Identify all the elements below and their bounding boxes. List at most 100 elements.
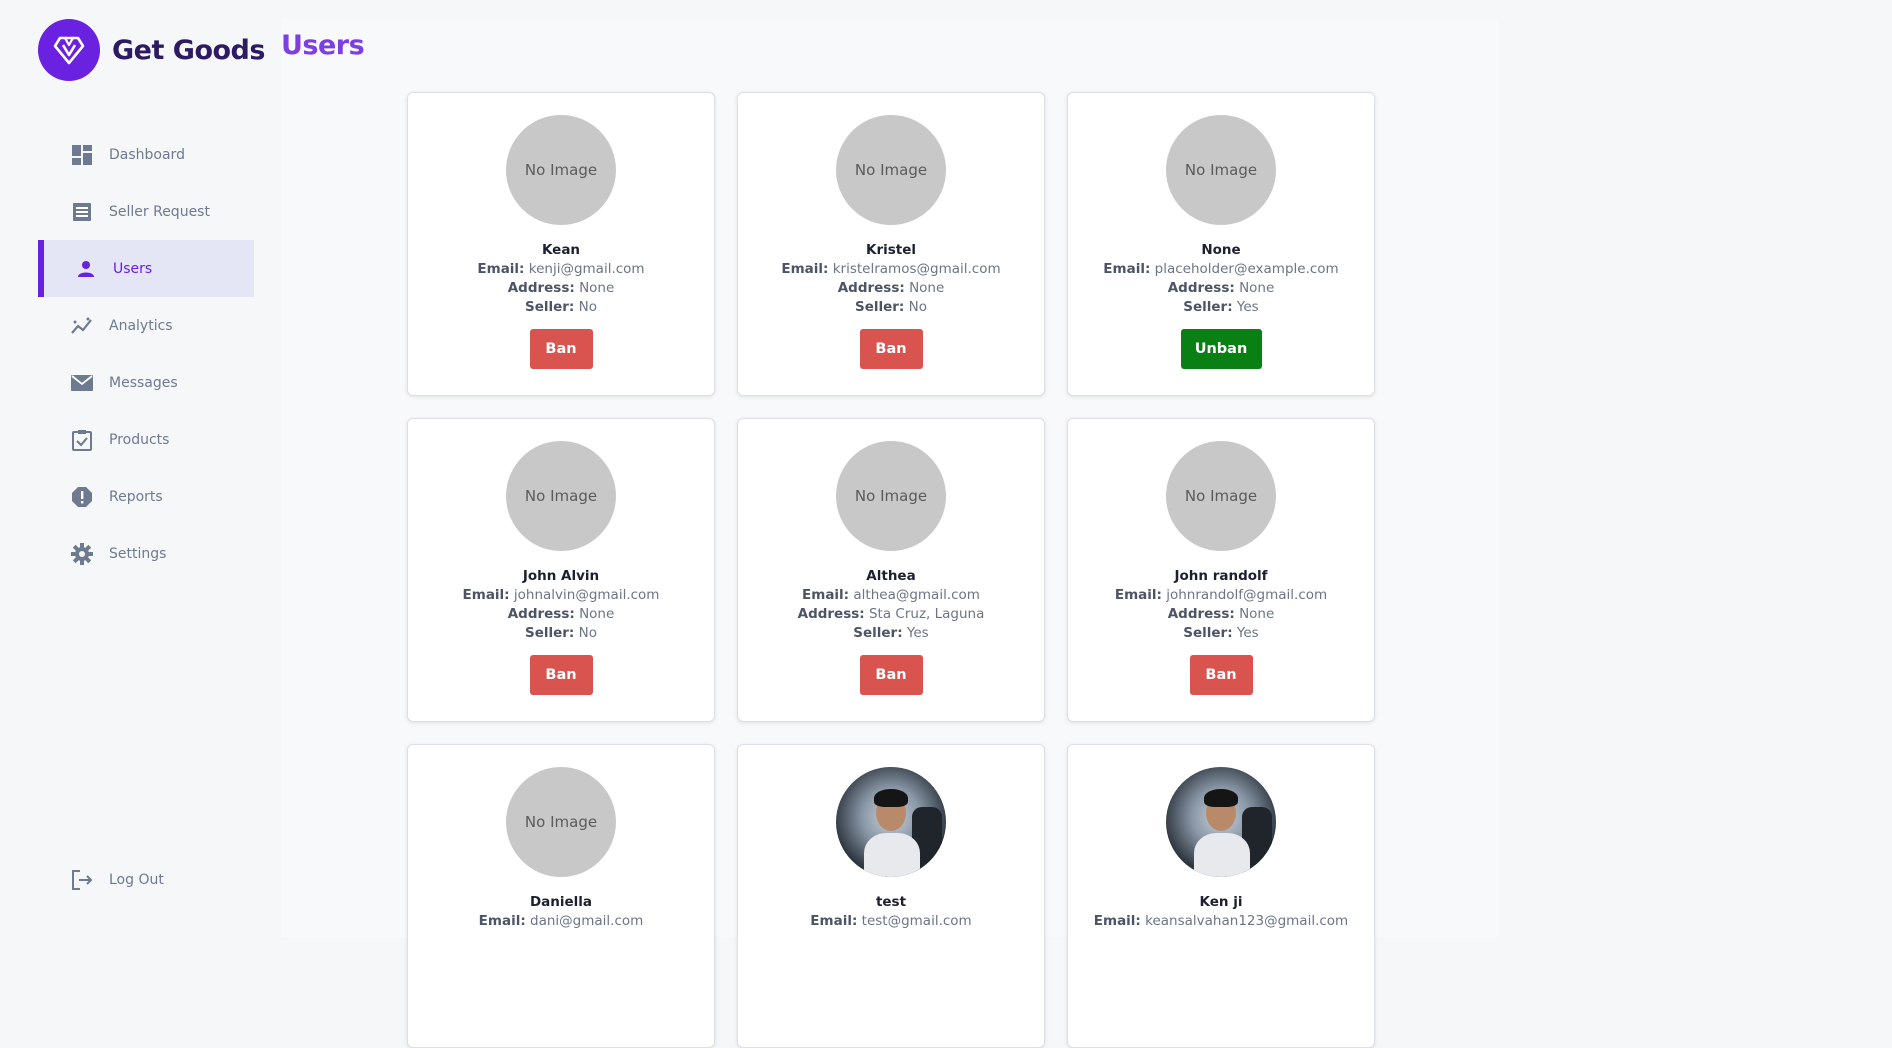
ban-button[interactable]: Ban [859, 655, 923, 695]
seller-label: Seller: [524, 625, 575, 641]
ban-button[interactable]: Ban [859, 329, 923, 369]
user-email: dani@gmail.com [530, 913, 644, 929]
user-email: placeholder@example.com [1154, 261, 1339, 277]
ban-button[interactable]: Ban [529, 655, 593, 695]
sidebar-nav: Dashboard Seller Request Users Analytics… [38, 126, 254, 582]
user-seller-row: Seller: Yes [1183, 299, 1258, 315]
avatar-placeholder: No Image [836, 441, 946, 551]
address-label: Address: [1167, 606, 1235, 622]
clipboard-check-icon [71, 429, 93, 451]
mail-icon [71, 372, 93, 394]
user-card: test Email: test@gmail.com [737, 744, 1045, 1048]
user-card: Ken ji Email: keansalvahan123@gmail.com [1067, 744, 1375, 1048]
user-card: No Image Kristel Email: kristelramos@gma… [737, 92, 1045, 396]
user-email-row: Email: test@gmail.com [810, 913, 971, 929]
user-seller: No [908, 299, 927, 315]
user-address: Sta Cruz, Laguna [868, 606, 985, 622]
user-name: Ken ji [1199, 894, 1243, 910]
shield-logo-icon [38, 19, 100, 81]
user-seller: No [578, 625, 597, 641]
address-label: Address: [837, 280, 905, 296]
page-title: Users [281, 30, 365, 61]
app-name: Get Goods [112, 34, 265, 66]
email-label: Email: [478, 913, 526, 929]
sidebar-item-messages[interactable]: Messages [38, 354, 254, 411]
logout: Log Out [38, 851, 254, 908]
user-name: test [875, 894, 907, 910]
user-address: None [1239, 606, 1275, 622]
user-name: None [1201, 242, 1241, 258]
user-address-row: Address: None [1168, 280, 1275, 296]
user-email-row: Email: kristelramos@gmail.com [781, 261, 1000, 277]
sidebar-item-analytics[interactable]: Analytics [38, 297, 254, 354]
sidebar-item-label: Settings [109, 545, 167, 562]
user-icon [75, 258, 97, 280]
alert-icon [71, 486, 93, 508]
avatar-placeholder: No Image [506, 767, 616, 877]
no-image-text: No Image [524, 487, 598, 505]
no-image-text: No Image [524, 161, 598, 179]
sidebar-item-label: Dashboard [109, 146, 185, 163]
ban-button[interactable]: Ban [529, 329, 593, 369]
no-image-text: No Image [524, 813, 598, 831]
sidebar-item-label: Messages [109, 374, 178, 391]
sidebar-item-label: Seller Request [109, 203, 210, 220]
user-seller-row: Seller: Yes [1183, 625, 1258, 641]
user-email: althea@gmail.com [853, 587, 980, 603]
user-card: No Image Daniella Email: dani@gmail.com [407, 744, 715, 1048]
sidebar-item-dashboard[interactable]: Dashboard [38, 126, 254, 183]
user-seller-row: Seller: No [525, 299, 597, 315]
user-seller: No [578, 299, 597, 315]
user-email: johnalvin@gmail.com [513, 587, 660, 603]
email-label: Email: [802, 587, 850, 603]
sidebar-item-seller-request[interactable]: Seller Request [38, 183, 254, 240]
no-image-text: No Image [854, 161, 928, 179]
address-label: Address: [797, 606, 865, 622]
user-card: No Image Kean Email: kenji@gmail.com Add… [407, 92, 715, 396]
user-email-row: Email: johnrandolf@gmail.com [1115, 587, 1327, 603]
sidebar-item-users[interactable]: Users [38, 240, 254, 297]
logout-label: Log Out [109, 871, 164, 888]
address-label: Address: [1167, 280, 1235, 296]
logout-button[interactable]: Log Out [38, 851, 254, 908]
user-email-row: Email: placeholder@example.com [1103, 261, 1338, 277]
sidebar-item-label: Users [113, 260, 153, 277]
ban-button[interactable]: Ban [1189, 655, 1253, 695]
logout-icon [71, 869, 93, 891]
user-email: kenji@gmail.com [528, 261, 645, 277]
user-address: None [909, 280, 945, 296]
user-address-row: Address: None [1168, 606, 1275, 622]
email-label: Email: [1093, 913, 1141, 929]
gear-icon [71, 542, 93, 565]
app-logo[interactable]: Get Goods [38, 19, 265, 81]
user-name: John Alvin [522, 568, 600, 584]
avatar-placeholder: No Image [506, 441, 616, 551]
user-card: No Image Althea Email: althea@gmail.com … [737, 418, 1045, 722]
seller-label: Seller: [853, 625, 903, 641]
email-label: Email: [462, 587, 510, 603]
user-seller-row: Seller: No [855, 299, 927, 315]
user-name: Kristel [865, 242, 917, 258]
sidebar-item-reports[interactable]: Reports [38, 468, 254, 525]
seller-label: Seller: [854, 299, 905, 315]
user-grid: No Image Kean Email: kenji@gmail.com Add… [407, 92, 1375, 1048]
seller-label: Seller: [1183, 299, 1233, 315]
user-address-row: Address: None [838, 280, 945, 296]
address-label: Address: [507, 280, 575, 296]
unban-button[interactable]: Unban [1180, 329, 1262, 369]
user-address: None [1239, 280, 1275, 296]
sidebar-item-products[interactable]: Products [38, 411, 254, 468]
user-email: keansalvahan123@gmail.com [1145, 913, 1349, 929]
no-image-text: No Image [854, 487, 928, 505]
sidebar-item-label: Reports [109, 488, 163, 505]
list-icon [71, 201, 93, 223]
email-label: Email: [810, 913, 858, 929]
user-email-row: Email: johnalvin@gmail.com [463, 587, 660, 603]
sidebar-item-settings[interactable]: Settings [38, 525, 254, 582]
user-email-row: Email: althea@gmail.com [802, 587, 980, 603]
email-label: Email: [1114, 587, 1162, 603]
user-seller-row: Seller: No [525, 625, 597, 641]
user-email-row: Email: kenji@gmail.com [477, 261, 644, 277]
avatar-photo [1166, 767, 1276, 877]
user-address-row: Address: None [508, 280, 615, 296]
